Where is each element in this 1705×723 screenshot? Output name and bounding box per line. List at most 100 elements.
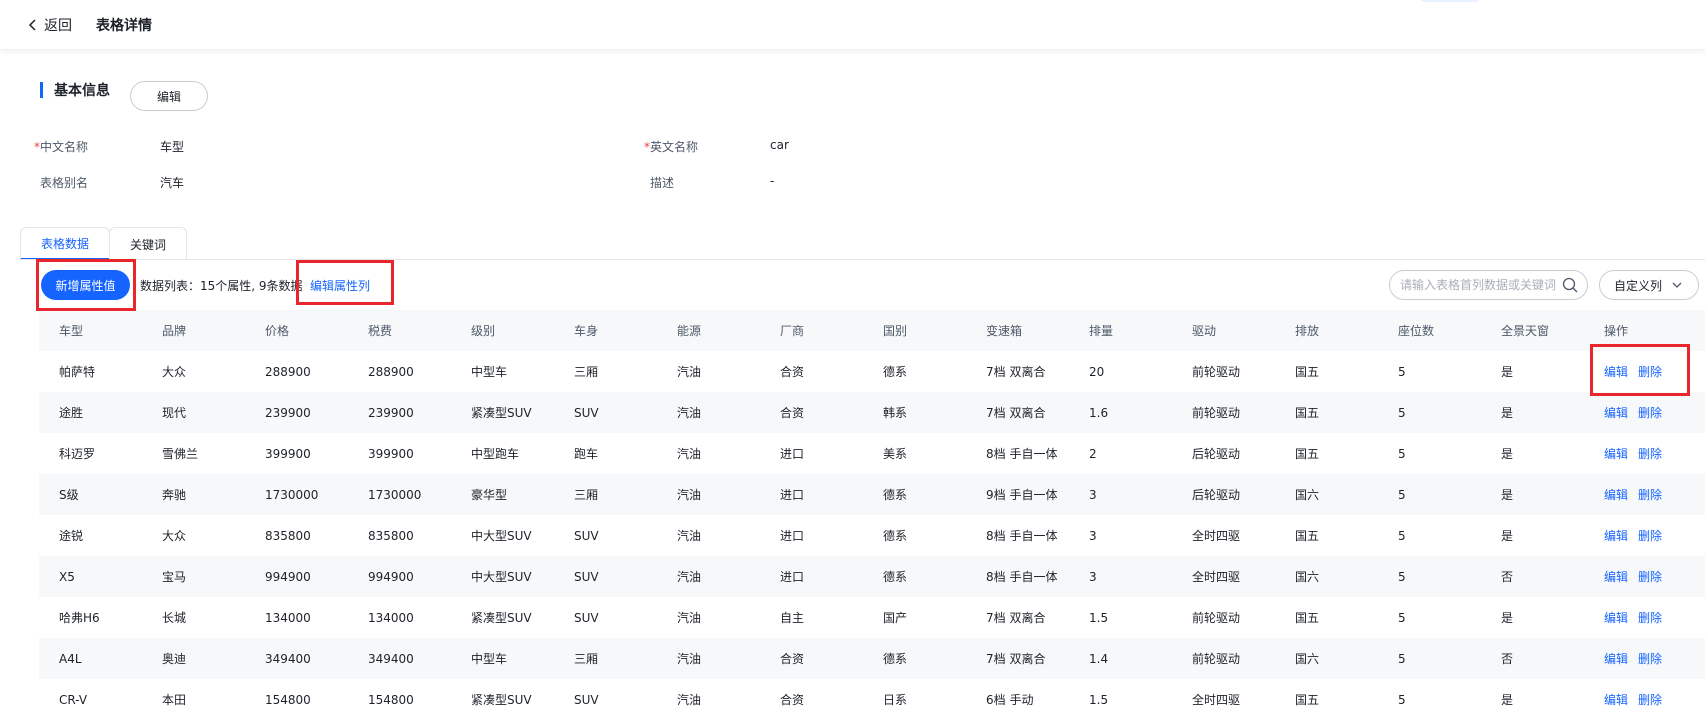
- table-cell: 994900: [245, 556, 348, 597]
- table-cell: 154800: [368, 692, 414, 707]
- row-delete-link[interactable]: 删除: [1638, 529, 1662, 543]
- row-edit-link[interactable]: 编辑: [1604, 447, 1628, 461]
- row-edit-link[interactable]: 编辑: [1604, 406, 1628, 420]
- back-label: 返回: [44, 17, 72, 34]
- row-actions: 编辑 删除: [1584, 433, 1705, 474]
- desc-value: -: [770, 174, 775, 188]
- table-cell: 前轮驱动: [1172, 638, 1275, 679]
- table-cell: 134000: [265, 610, 311, 625]
- table-cell: 全时四驱: [1192, 693, 1241, 707]
- table-cell: 国六: [1275, 556, 1378, 597]
- table-row: 途锐 大众 835800 835800 中大型SUV SUV 汽油 进口 德系 8档 手自一体 3 全…: [39, 515, 1705, 556]
- row-delete-link[interactable]: 删除: [1638, 447, 1662, 461]
- row-edit-link[interactable]: 编辑: [1604, 529, 1628, 543]
- table-cell: SUV: [574, 692, 599, 707]
- table-cell: 自主: [780, 611, 805, 625]
- table-cell: 途锐: [59, 529, 84, 543]
- table-cell: 399900: [265, 446, 311, 461]
- tab-table-data[interactable]: 表格数据: [20, 227, 111, 260]
- top-bar: 返回 表格详情: [0, 0, 1705, 50]
- table-cell: 本田: [162, 693, 187, 707]
- edit-attribute-columns-link[interactable]: 编辑属性列: [310, 277, 370, 294]
- search-icon[interactable]: [1561, 276, 1579, 294]
- basic-info-title: 基本信息: [54, 83, 110, 99]
- search-field[interactable]: [1389, 270, 1588, 300]
- back-button[interactable]: 返回: [24, 15, 72, 35]
- table-cell: SUV: [554, 392, 657, 433]
- table-cell: 美系: [883, 447, 908, 461]
- row-delete-link[interactable]: 删除: [1638, 406, 1662, 420]
- table-cell: 国五: [1275, 392, 1378, 433]
- table-cell: 中大型SUV: [471, 529, 532, 543]
- row-delete-link[interactable]: 删除: [1638, 652, 1662, 666]
- data-table: 车型 品牌 价格 税费 级别 车身 能源 厂商 国别 变速箱 排量 驱动 排放 …: [39, 310, 1705, 720]
- row-delete-link[interactable]: 删除: [1638, 365, 1662, 379]
- table-cell: 5: [1398, 528, 1406, 543]
- table-cell: 大众: [162, 365, 187, 379]
- tab-divider: [20, 259, 1705, 260]
- table-cell: 汽油: [657, 392, 760, 433]
- edit-basic-info-button[interactable]: 编辑: [130, 81, 208, 111]
- alias-value: 汽车: [160, 176, 185, 190]
- row-edit-link[interactable]: 编辑: [1604, 570, 1628, 584]
- table-cell: 7档 双离合: [986, 611, 1046, 625]
- row-edit-link[interactable]: 编辑: [1604, 365, 1628, 379]
- row-delete-link[interactable]: 删除: [1638, 570, 1662, 584]
- row-edit-link[interactable]: 编辑: [1604, 652, 1628, 666]
- table-cell: 5: [1378, 556, 1481, 597]
- table-cell: 否: [1481, 638, 1584, 679]
- table-cell: 399900: [368, 446, 414, 461]
- table-cell: 5: [1378, 392, 1481, 433]
- table-cell: 后轮驱动: [1172, 474, 1275, 515]
- table-cell: 是: [1501, 447, 1514, 461]
- row-edit-link[interactable]: 编辑: [1604, 488, 1628, 502]
- column-header: 价格: [245, 310, 348, 351]
- table-cell: 国产: [883, 611, 908, 625]
- row-edit-link[interactable]: 编辑: [1604, 693, 1628, 707]
- table-cell: 8档 手自一体: [986, 447, 1058, 461]
- add-attribute-value-button[interactable]: 新增属性值: [41, 270, 130, 300]
- table-cell: 三厢: [554, 474, 657, 515]
- tab-keywords[interactable]: 关键词: [109, 227, 188, 260]
- row-delete-link[interactable]: 删除: [1638, 611, 1662, 625]
- table-cell: 紧凑型SUV: [451, 392, 554, 433]
- column-header: 车身: [554, 310, 657, 351]
- table-cell: 7档 双离合: [966, 392, 1069, 433]
- table-cell: 中型跑车: [471, 447, 520, 461]
- column-header: 国别: [863, 310, 966, 351]
- table-cell: 汽油: [677, 611, 702, 625]
- table-cell: CR-V: [59, 692, 88, 707]
- row-delete-link[interactable]: 删除: [1638, 488, 1662, 502]
- table-header-row: 车型 品牌 价格 税费 级别 车身 能源 厂商 国别 变速箱 排量 驱动 排放 …: [39, 310, 1705, 351]
- column-header: 操作: [1584, 310, 1705, 351]
- table-cell: 大众: [162, 529, 187, 543]
- table-cell: 5: [1398, 692, 1406, 707]
- table-cell: 8档 手自一体: [986, 529, 1058, 543]
- table-cell: 合资: [760, 392, 863, 433]
- table-body: 帕萨特 大众 288900 288900 中型车 三厢 汽油 合资 德系 7档 双离合 20 前轮驱动…: [39, 351, 1705, 720]
- row-delete-link[interactable]: 删除: [1638, 693, 1662, 707]
- row-actions: 编辑 删除: [1584, 597, 1705, 638]
- table-cell: 德系: [863, 638, 966, 679]
- table-cell: 韩系: [863, 392, 966, 433]
- column-header: 能源: [657, 310, 760, 351]
- table-cell: 国五: [1295, 365, 1320, 379]
- table-cell: 5: [1378, 638, 1481, 679]
- table-cell: 进口: [760, 556, 863, 597]
- table-cell: 现代: [142, 392, 245, 433]
- row-edit-link[interactable]: 编辑: [1604, 611, 1628, 625]
- custom-columns-dropdown[interactable]: 自定义列: [1599, 270, 1699, 300]
- table-cell: 汽油: [677, 693, 702, 707]
- table-cell: 是: [1481, 392, 1584, 433]
- table-cell: 紧凑型SUV: [471, 693, 532, 707]
- table-cell: 德系: [863, 474, 966, 515]
- table-cell: 国五: [1295, 447, 1320, 461]
- table-cell: 是: [1501, 365, 1514, 379]
- table-cell: 7档 双离合: [986, 365, 1046, 379]
- search-input[interactable]: [1400, 278, 1560, 292]
- table-row: 科迈罗 雪佛兰 399900 399900 中型跑车 跑车 汽油 进口 美系 8档 手自一体 2 后轮…: [39, 433, 1705, 474]
- table-row: CR-V 本田 154800 154800 紧凑型SUV SUV 汽油 合资 日系 6档 手动 1.…: [39, 679, 1705, 720]
- table-row: 途胜 现代 239900 239900 紧凑型SUV SUV 汽油 合资 韩系 7档 双离合 1.6…: [39, 392, 1705, 433]
- table-cell: 1730000: [348, 474, 451, 515]
- table-cell: 835800: [368, 528, 414, 543]
